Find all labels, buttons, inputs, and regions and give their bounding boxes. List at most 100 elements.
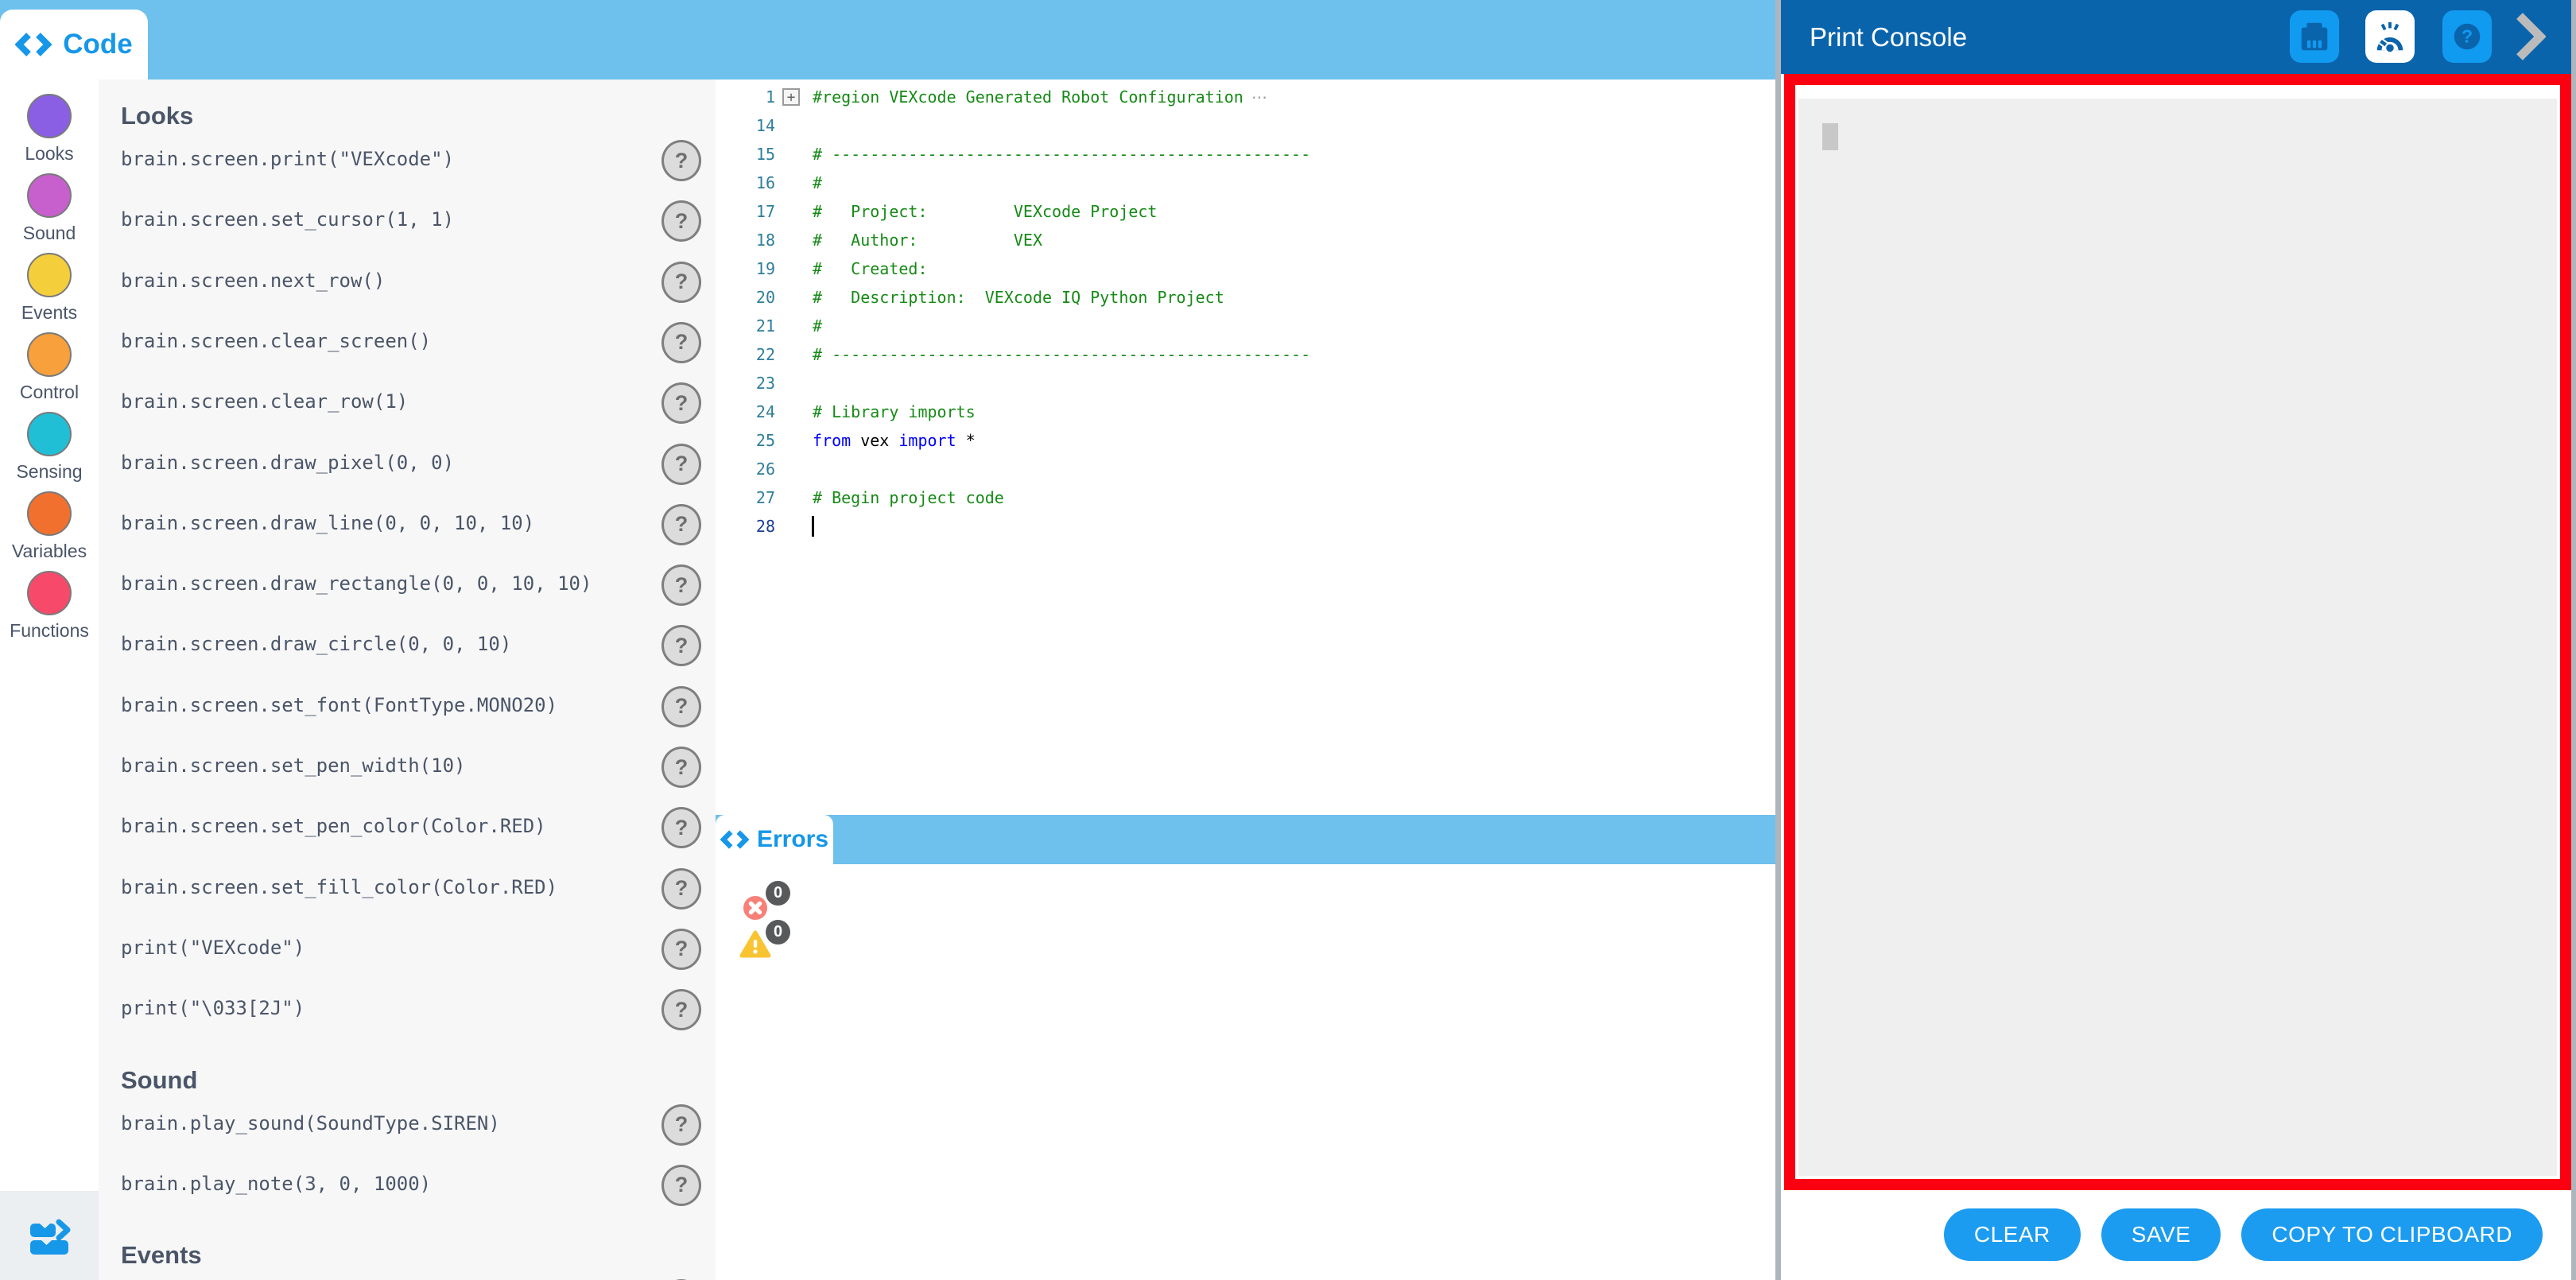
tab-errors-label: Errors bbox=[757, 826, 828, 853]
palette-command[interactable]: brain.screen.set_pen_color(Color.RED) bbox=[121, 815, 546, 837]
command-help-button[interactable]: ? bbox=[661, 1104, 701, 1146]
command-help-button[interactable]: ? bbox=[661, 747, 701, 788]
tab-code[interactable]: Code bbox=[0, 10, 148, 80]
line-number: 25 bbox=[716, 426, 775, 455]
category-color-dot bbox=[27, 173, 72, 218]
palette-command[interactable]: brain.screen.draw_rectangle(0, 0, 10, 10… bbox=[121, 572, 592, 595]
code-text: #region VEXcode Generated Robot Configur… bbox=[813, 83, 1267, 111]
code-line[interactable]: 27# Begin project code bbox=[716, 483, 1775, 512]
command-help-button[interactable]: ? bbox=[661, 929, 701, 970]
palette-command-row: brain.screen.draw_pixel(0, 0) ? bbox=[121, 445, 716, 506]
code-line[interactable]: 26 bbox=[716, 455, 1775, 483]
command-help-button[interactable]: ? bbox=[661, 868, 701, 910]
command-help-button[interactable]: ? bbox=[661, 200, 701, 242]
palette-command[interactable]: brain.screen.clear_screen() bbox=[121, 330, 431, 352]
palette-command[interactable]: brain.screen.draw_line(0, 0, 10, 10) bbox=[121, 512, 534, 534]
palette-command[interactable]: print("VEXcode") bbox=[121, 937, 305, 959]
code-token: # --------------------------------------… bbox=[813, 345, 1310, 364]
code-line[interactable]: 19# Created: bbox=[716, 254, 1775, 283]
line-number: 19 bbox=[716, 254, 775, 283]
category-label: Events bbox=[0, 302, 99, 324]
code-line[interactable]: 28 bbox=[716, 512, 1775, 541]
clear-button[interactable]: CLEAR bbox=[1944, 1208, 2081, 1261]
palette-command[interactable]: brain.play_sound(SoundType.SIREN) bbox=[121, 1112, 500, 1135]
toggle-blocks-button[interactable] bbox=[0, 1191, 99, 1280]
command-help-button[interactable]: ? bbox=[661, 262, 701, 303]
code-line[interactable]: 1+#region VEXcode Generated Robot Config… bbox=[716, 83, 1775, 111]
console-cursor-block bbox=[1822, 123, 1838, 150]
monitor-console-button[interactable] bbox=[2365, 10, 2415, 63]
palette-command[interactable]: brain.screen.set_cursor(1, 1) bbox=[121, 208, 454, 231]
category-label: Looks bbox=[0, 143, 99, 165]
sidebar-category[interactable]: Sensing bbox=[0, 412, 99, 483]
palette-command-row: brain.screen.set_pen_color(Color.RED) ? bbox=[121, 809, 716, 869]
palette-command-row: brain.screen.print("VEXcode") ? bbox=[121, 142, 716, 202]
code-line[interactable]: 23 bbox=[716, 369, 1775, 398]
help-button[interactable]: ? bbox=[2442, 10, 2492, 63]
sidebar-category[interactable]: Functions bbox=[0, 571, 99, 642]
tab-errors[interactable]: Errors bbox=[716, 815, 833, 864]
code-token: # bbox=[813, 173, 822, 192]
code-line[interactable]: 16 # bbox=[716, 169, 1775, 197]
category-color-dot bbox=[27, 94, 72, 138]
command-help-button[interactable]: ? bbox=[661, 444, 701, 485]
palette-command[interactable]: brain.screen.draw_pixel(0, 0) bbox=[121, 452, 454, 474]
palette-command[interactable]: print("\033[2J") bbox=[121, 997, 305, 1019]
code-line[interactable]: 22# ------------------------------------… bbox=[716, 340, 1775, 369]
palette-command[interactable]: brain.screen.set_font(FontType.MONO20) bbox=[121, 694, 557, 716]
command-help-button[interactable]: ? bbox=[661, 807, 701, 848]
palette-command[interactable]: brain.screen.print("VEXcode") bbox=[121, 148, 454, 170]
sidebar-category[interactable]: Looks bbox=[0, 94, 99, 165]
code-line[interactable]: 18# Author: VEX bbox=[716, 226, 1775, 254]
sidebar-category[interactable]: Events bbox=[0, 253, 99, 324]
text-cursor bbox=[812, 516, 814, 537]
palette-command[interactable]: brain.screen.draw_circle(0, 0, 10) bbox=[121, 633, 511, 655]
palette-command-row: brain.screen.set_cursor(1, 1) ? bbox=[121, 202, 716, 262]
save-button[interactable]: SAVE bbox=[2101, 1208, 2221, 1261]
code-line[interactable]: 14 bbox=[716, 111, 1775, 140]
command-help-button[interactable]: ? bbox=[661, 686, 701, 727]
sidebar-category[interactable]: Control bbox=[0, 332, 99, 403]
print-console-panel: Print Console bbox=[1781, 0, 2571, 1280]
palette-command[interactable]: brain.screen.set_pen_width(10) bbox=[121, 754, 465, 777]
palette-command[interactable]: brain.screen.next_row() bbox=[121, 270, 385, 292]
category-color-dot bbox=[27, 332, 72, 377]
console-output-area[interactable] bbox=[1798, 99, 2557, 1176]
command-help-button[interactable]: ? bbox=[661, 322, 701, 363]
device-brain-button[interactable] bbox=[2290, 10, 2339, 63]
code-line[interactable]: 15# ------------------------------------… bbox=[716, 140, 1775, 169]
palette-command-row: brain.screen.set_font(FontType.MONO20) ? bbox=[121, 688, 716, 748]
code-line[interactable]: 21# bbox=[716, 312, 1775, 340]
command-help-button[interactable]: ? bbox=[661, 382, 701, 424]
palette-command-row: brain.play_note(3, 0, 1000) ? bbox=[121, 1166, 716, 1227]
palette-command-row: brain.screen.next_row() ? bbox=[121, 263, 716, 324]
line-number: 16 bbox=[716, 169, 775, 197]
palette-command-row: print("\033[2J") ? bbox=[121, 991, 716, 1051]
sidebar-category[interactable]: Variables bbox=[0, 491, 99, 562]
palette-command[interactable]: brain.screen.set_fill_color(Color.RED) bbox=[121, 876, 557, 898]
code-line[interactable]: 24# Library imports bbox=[716, 398, 1775, 426]
copy-to-clipboard-button[interactable]: COPY TO CLIPBOARD bbox=[2241, 1208, 2543, 1261]
palette-command[interactable]: brain.screen.clear_row(1) bbox=[121, 390, 408, 413]
collapse-panel-chevron-icon[interactable] bbox=[2514, 10, 2546, 64]
command-help-button[interactable]: ? bbox=[661, 1165, 701, 1206]
command-help-button[interactable]: ? bbox=[661, 989, 701, 1030]
command-help-button[interactable]: ? bbox=[661, 625, 701, 666]
line-number: 24 bbox=[716, 398, 775, 426]
palette-command[interactable]: brain.play_note(3, 0, 1000) bbox=[121, 1173, 431, 1195]
command-help-button[interactable]: ? bbox=[661, 504, 701, 545]
error-count-badge: 0 bbox=[766, 881, 790, 906]
command-help-button[interactable]: ? bbox=[661, 564, 701, 606]
palette-command-row: brain.screen.clear_screen() ? bbox=[121, 324, 716, 384]
code-editor[interactable]: 1+#region VEXcode Generated Robot Config… bbox=[716, 83, 1775, 541]
code-line[interactable]: 25from vex import * bbox=[716, 426, 1775, 455]
code-brackets-icon bbox=[15, 33, 52, 56]
sidebar-category[interactable]: Sound bbox=[0, 173, 99, 244]
folded-region-ellipsis[interactable]: ⋯ bbox=[1251, 87, 1267, 107]
code-line[interactable]: 20# Description: VEXcode IQ Python Proje… bbox=[716, 283, 1775, 312]
dashboard-gauge-icon bbox=[2372, 18, 2408, 55]
fold-expand-icon[interactable]: + bbox=[782, 88, 800, 106]
editor-topbar bbox=[0, 0, 1775, 80]
command-help-button[interactable]: ? bbox=[661, 140, 701, 181]
code-line[interactable]: 17# Project: VEXcode Project bbox=[716, 197, 1775, 226]
